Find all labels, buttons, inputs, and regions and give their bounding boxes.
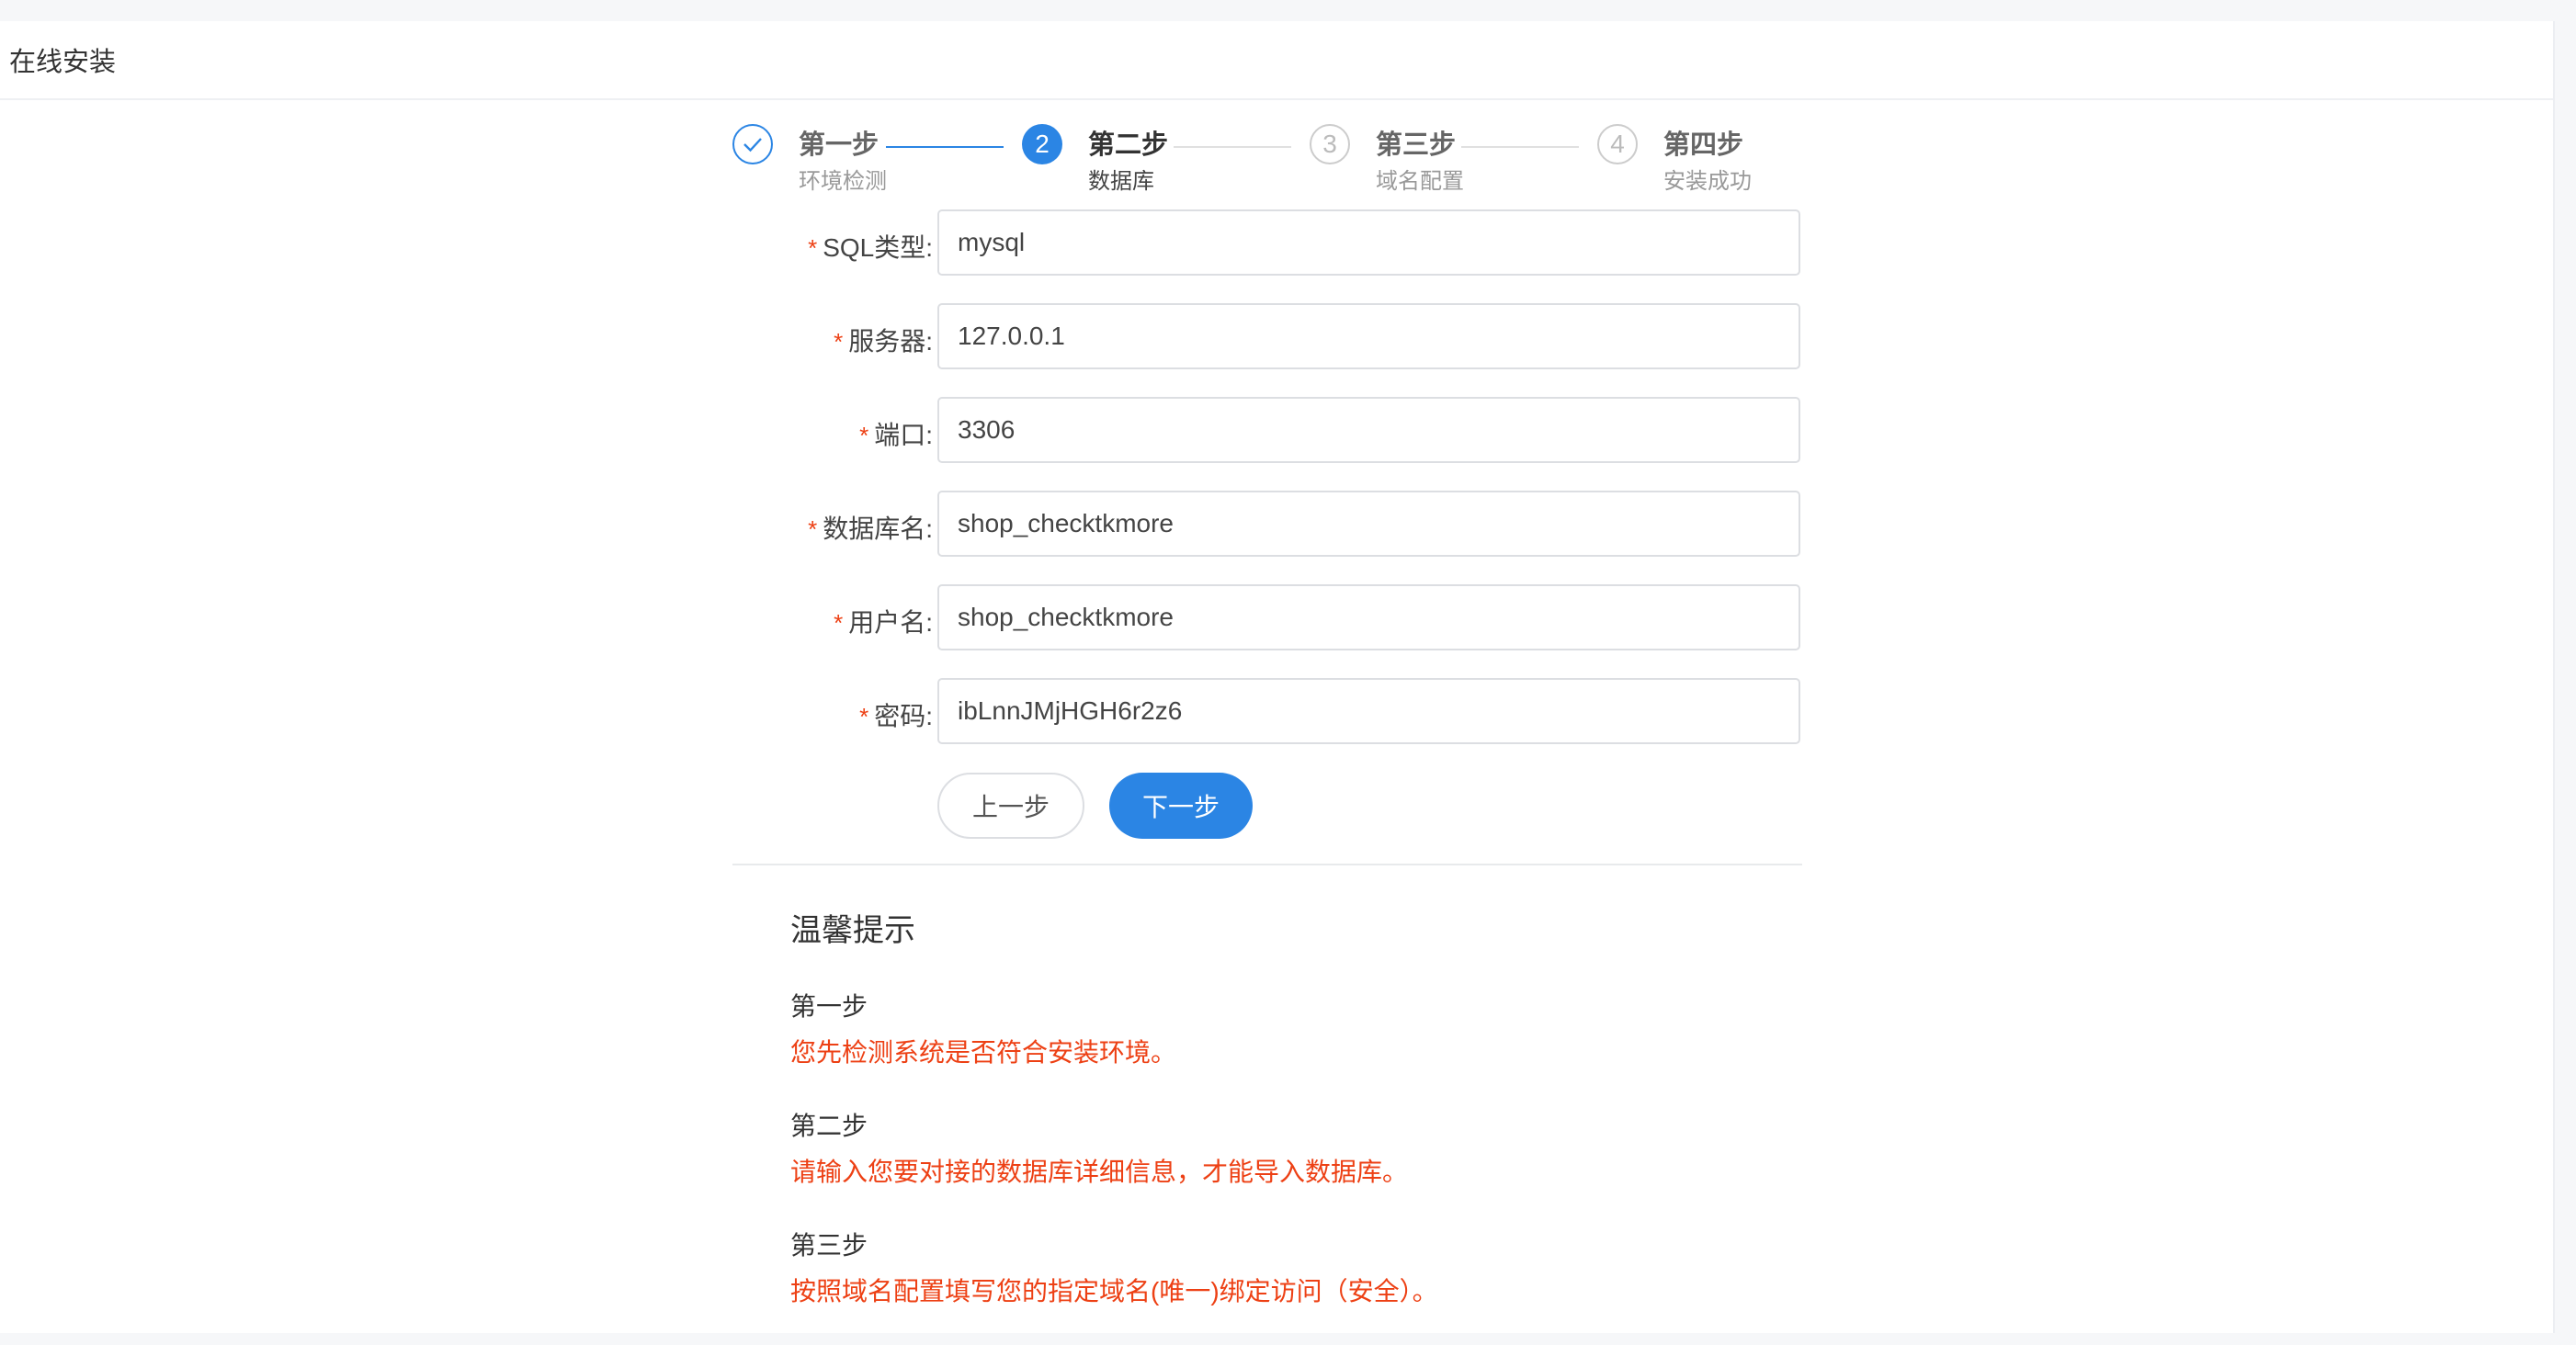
tip-text: 您先检测系统是否符合安装环境。 [790, 1038, 1177, 1067]
step-number: 3 [1310, 124, 1350, 164]
check-icon [732, 124, 773, 164]
sql-type-input[interactable] [937, 209, 1800, 276]
field-label: * 密码: [657, 696, 933, 733]
field-label: * 端口: [657, 415, 933, 452]
tip-step-label: 第二步 [790, 1112, 868, 1140]
required-mark: * [808, 515, 818, 543]
page-title: 在线安装 [0, 21, 2553, 100]
form-row-db-name: * 数据库名: [732, 491, 1802, 584]
form-row-password: * 密码: [732, 678, 1802, 772]
next-step-button[interactable]: 下一步 [1109, 773, 1253, 839]
field-label: * SQL类型: [657, 228, 933, 265]
port-input[interactable] [937, 397, 1800, 463]
form-row-username: * 用户名: [732, 584, 1802, 678]
label-text: 端口: [874, 421, 933, 449]
username-input[interactable] [937, 584, 1800, 650]
step-desc: 域名配置 [1376, 169, 1464, 194]
tips-title: 温馨提示 [790, 913, 915, 948]
tip-step-label: 第一步 [790, 992, 868, 1021]
step-number: 4 [1597, 124, 1638, 164]
required-mark: * [834, 609, 844, 637]
tip-step-label: 第三步 [790, 1231, 868, 1260]
step-desc: 环境检测 [799, 169, 887, 194]
step-desc: 安装成功 [1663, 169, 1752, 194]
step-desc: 数据库 [1088, 169, 1154, 194]
step-title: 第三步 [1376, 130, 1457, 160]
label-text: SQL类型: [823, 233, 933, 262]
tip-text: 按照域名配置填写您的指定域名(唯一)绑定访问（安全）。 [790, 1277, 1438, 1305]
step-number: 2 [1022, 124, 1062, 164]
steps-bar: 第一步 环境检测 2 第二步 数据库 3 第三步 域名配置 4 第四步 安装成功 [732, 101, 1799, 198]
label-text: 用户名: [848, 608, 933, 637]
step-title: 第一步 [799, 130, 879, 160]
step-title: 第二步 [1088, 130, 1169, 160]
required-mark: * [834, 328, 844, 356]
required-mark: * [859, 422, 869, 449]
step-connector [1461, 146, 1579, 148]
database-form: *SQL类型: *服务器: *端口: *数据库名: *用户名: *密码: 上一步… [732, 209, 1802, 839]
label-text: 数据库名: [823, 514, 933, 543]
prev-step-button[interactable]: 上一步 [937, 773, 1084, 839]
step-connector [1174, 146, 1291, 148]
step-connector [886, 146, 1004, 148]
required-mark: * [808, 234, 818, 262]
divider [732, 864, 1802, 865]
label-text: 服务器: [848, 327, 933, 356]
tips-section: 温馨提示 第一步 您先检测系统是否符合安装环境。 第二步 请输入您要对接的数据库… [790, 905, 1801, 1345]
tip-text: 请输入您要对接的数据库详细信息，才能导入数据库。 [790, 1158, 1409, 1186]
field-label: * 服务器: [657, 322, 933, 358]
password-input[interactable] [937, 678, 1800, 744]
field-label: * 数据库名: [657, 509, 933, 546]
field-label: * 用户名: [657, 603, 933, 639]
server-input[interactable] [937, 303, 1800, 369]
form-row-server: * 服务器: [732, 303, 1802, 397]
form-row-port: * 端口: [732, 397, 1802, 491]
database-name-input[interactable] [937, 491, 1800, 557]
required-mark: * [859, 703, 869, 730]
step-title: 第四步 [1663, 130, 1744, 160]
form-row-sql-type: * SQL类型: [732, 209, 1802, 303]
label-text: 密码: [874, 702, 933, 730]
